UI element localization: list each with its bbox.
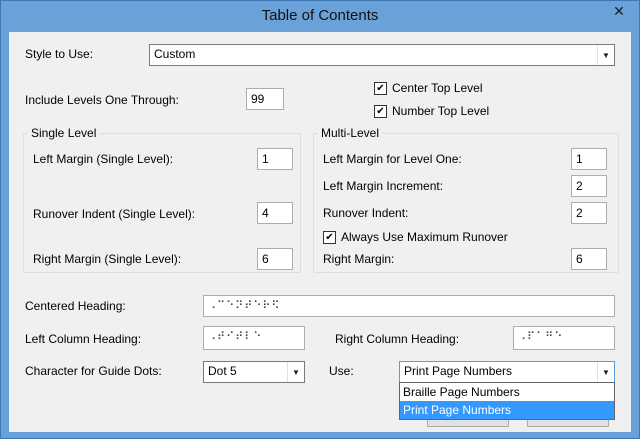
use-select[interactable]: Print Page Numbers ▼ bbox=[399, 361, 615, 383]
style-value: Custom bbox=[154, 47, 196, 61]
right-column-heading-label: Right Column Heading: bbox=[335, 332, 460, 346]
close-icon: ✕ bbox=[613, 3, 625, 19]
multi-left-margin-label: Left Margin for Level One: bbox=[323, 152, 462, 166]
multi-runover-input[interactable]: 2 bbox=[571, 202, 607, 224]
style-select[interactable]: Custom ▼ bbox=[149, 44, 615, 66]
dropdown-option-print[interactable]: Print Page Numbers bbox=[400, 401, 614, 419]
dialog-body: Style to Use: Custom ▼ Include Levels On… bbox=[9, 32, 631, 432]
use-value: Print Page Numbers bbox=[404, 364, 513, 378]
single-left-margin-input[interactable]: 1 bbox=[257, 148, 293, 170]
checkmark-icon: ✔ bbox=[374, 81, 387, 95]
close-button[interactable]: ✕ bbox=[605, 2, 633, 20]
center-top-level-label: Center Top Level bbox=[392, 81, 483, 95]
single-right-margin-input[interactable]: 6 bbox=[257, 248, 293, 270]
multi-right-margin-label: Right Margin: bbox=[323, 252, 395, 266]
centered-heading-input[interactable]: ⠠⠉⠑⠝⠞⠑⠗⠫ bbox=[203, 295, 615, 317]
single-left-margin-label: Left Margin (Single Level): bbox=[33, 152, 174, 166]
single-level-title: Single Level bbox=[28, 126, 100, 140]
use-label: Use: bbox=[329, 364, 354, 378]
number-top-level-label: Number Top Level bbox=[392, 104, 490, 118]
multi-increment-label: Left Margin Increment: bbox=[323, 179, 444, 193]
chevron-down-icon[interactable]: ▼ bbox=[597, 45, 614, 65]
dialog-window: Table of Contents ✕ Style to Use: Custom… bbox=[0, 0, 640, 439]
title-bar[interactable]: Table of Contents ✕ bbox=[1, 1, 639, 32]
always-max-runover-checkbox[interactable]: ✔ Always Use Maximum Runover bbox=[323, 230, 508, 244]
center-top-level-checkbox[interactable]: ✔ Center Top Level bbox=[374, 81, 483, 95]
right-column-heading-input[interactable]: ⠠⠏⠁⠛⠑ bbox=[513, 326, 615, 350]
single-runover-input[interactable]: 4 bbox=[257, 202, 293, 224]
single-runover-label: Runover Indent (Single Level): bbox=[33, 207, 196, 221]
levels-input[interactable]: 99 bbox=[246, 88, 284, 110]
number-top-level-checkbox[interactable]: ✔ Number Top Level bbox=[374, 104, 489, 118]
multi-left-margin-input[interactable]: 1 bbox=[571, 148, 607, 170]
left-column-heading-label: Left Column Heading: bbox=[25, 332, 142, 346]
multi-level-title: Multi-Level bbox=[318, 126, 383, 140]
guide-dots-label: Character for Guide Dots: bbox=[25, 364, 162, 378]
guide-dots-select[interactable]: Dot 5 ▼ bbox=[203, 361, 305, 383]
chevron-down-icon[interactable]: ▼ bbox=[287, 362, 304, 382]
multi-right-margin-input[interactable]: 6 bbox=[571, 248, 607, 270]
window-title: Table of Contents bbox=[261, 7, 379, 24]
chevron-down-icon[interactable]: ▼ bbox=[597, 362, 614, 382]
checkmark-icon: ✔ bbox=[374, 104, 387, 118]
use-dropdown-list[interactable]: Braille Page Numbers Print Page Numbers bbox=[399, 382, 615, 420]
levels-label: Include Levels One Through: bbox=[25, 93, 179, 107]
dropdown-option-braille[interactable]: Braille Page Numbers bbox=[400, 383, 614, 401]
checkmark-icon: ✔ bbox=[323, 230, 336, 244]
style-label: Style to Use: bbox=[25, 47, 94, 61]
guide-dots-value: Dot 5 bbox=[208, 364, 237, 378]
single-right-margin-label: Right Margin (Single Level): bbox=[33, 252, 182, 266]
always-max-runover-label: Always Use Maximum Runover bbox=[341, 230, 508, 244]
multi-increment-input[interactable]: 2 bbox=[571, 175, 607, 197]
left-column-heading-input[interactable]: ⠠⠞⠊⠞⠇⠑ bbox=[203, 326, 305, 350]
centered-heading-label: Centered Heading: bbox=[25, 299, 126, 313]
multi-runover-label: Runover Indent: bbox=[323, 206, 409, 220]
